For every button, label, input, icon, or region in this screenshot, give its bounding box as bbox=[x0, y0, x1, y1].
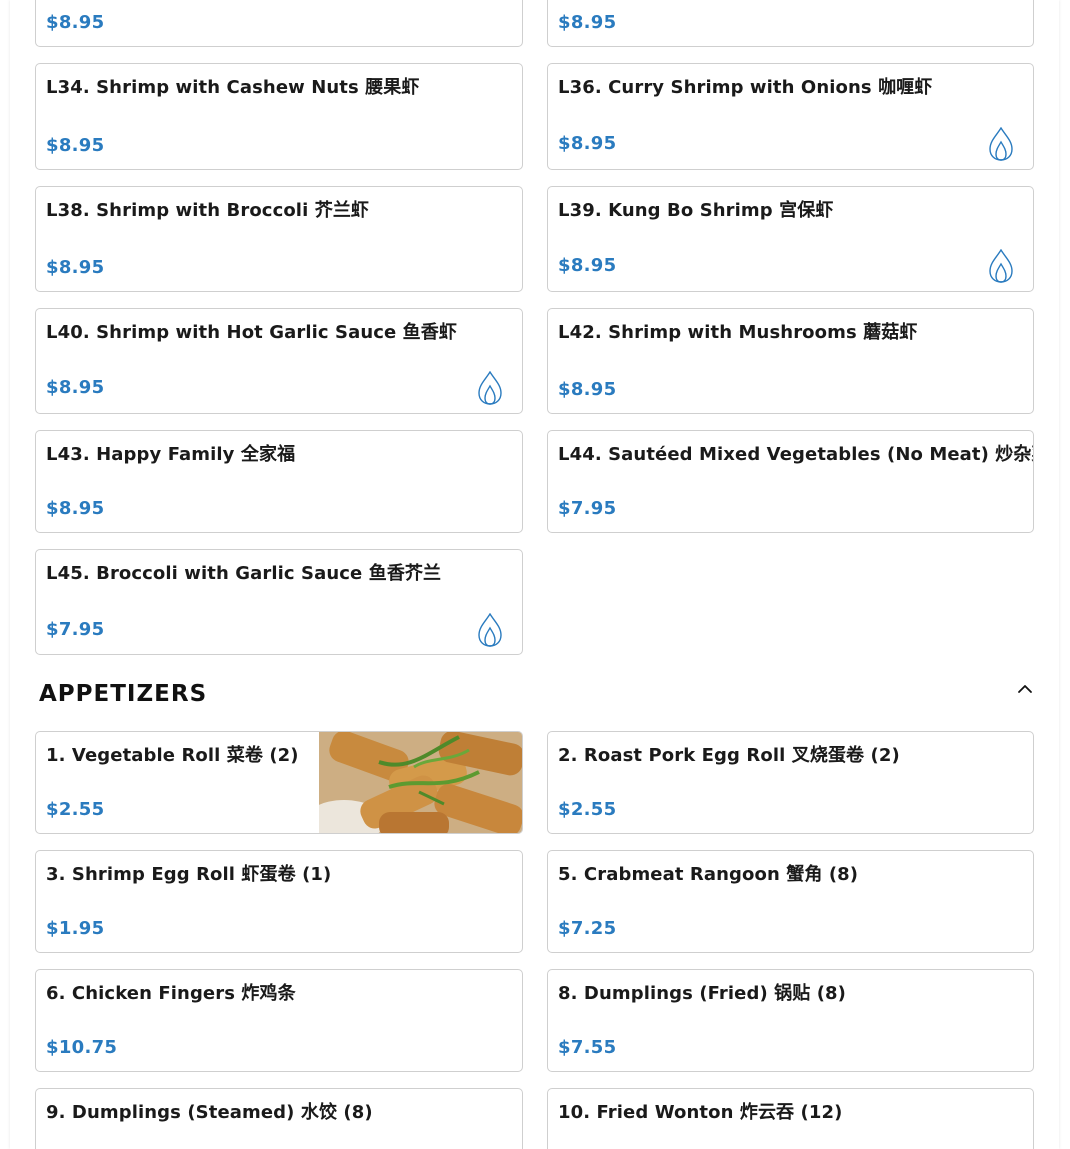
chevron-up-icon bbox=[1018, 685, 1032, 693]
menu-item-card[interactable]: 2. Roast Pork Egg Roll 叉烧蛋卷 (2) $2.55 bbox=[547, 731, 1034, 834]
item-price: $7.95 bbox=[558, 498, 617, 519]
flame-icon bbox=[478, 371, 502, 405]
item-price: $8.95 bbox=[558, 133, 617, 154]
item-price: $8.95 bbox=[46, 498, 105, 519]
menu-item-card[interactable]: L45. Broccoli with Garlic Sauce 鱼香芥兰 $7.… bbox=[35, 549, 523, 655]
item-name: 10. Fried Wonton 炸云吞 (12) bbox=[558, 1102, 843, 1123]
menu-item-card[interactable]: L42. Shrimp with Mushrooms 蘑菇虾 $8.95 bbox=[547, 308, 1034, 414]
item-price: $2.55 bbox=[558, 799, 617, 820]
vegetable-roll-photo bbox=[319, 732, 522, 833]
menu-item-card[interactable]: $8.95 bbox=[35, 0, 523, 47]
item-price: $8.95 bbox=[46, 377, 105, 398]
collapse-section-button[interactable] bbox=[1013, 678, 1037, 700]
item-price: $10.75 bbox=[46, 1037, 118, 1058]
item-name: L42. Shrimp with Mushrooms 蘑菇虾 bbox=[558, 322, 918, 343]
item-name: L43. Happy Family 全家福 bbox=[46, 444, 296, 465]
item-name: 5. Crabmeat Rangoon 蟹角 (8) bbox=[558, 864, 859, 885]
item-name: L44. Sautéed Mixed Vegetables (No Meat) … bbox=[558, 444, 1034, 465]
menu-item-card[interactable]: L39. Kung Bo Shrimp 宫保虾 $8.95 bbox=[547, 186, 1034, 292]
item-name: L45. Broccoli with Garlic Sauce 鱼香芥兰 bbox=[46, 563, 442, 584]
item-name: L34. Shrimp with Cashew Nuts 腰果虾 bbox=[46, 77, 420, 98]
item-price: $7.25 bbox=[558, 918, 617, 939]
item-name: L40. Shrimp with Hot Garlic Sauce 鱼香虾 bbox=[46, 322, 457, 343]
item-name: 6. Chicken Fingers 炸鸡条 bbox=[46, 983, 296, 1004]
menu-item-card[interactable]: L40. Shrimp with Hot Garlic Sauce 鱼香虾 $8… bbox=[35, 308, 523, 414]
item-name: 3. Shrimp Egg Roll 虾蛋卷 (1) bbox=[46, 864, 332, 885]
menu-item-card[interactable]: 5. Crabmeat Rangoon 蟹角 (8) $7.25 bbox=[547, 850, 1034, 953]
item-price: $2.55 bbox=[46, 799, 105, 820]
menu-item-card[interactable]: L34. Shrimp with Cashew Nuts 腰果虾 $8.95 bbox=[35, 63, 523, 170]
item-price: $8.95 bbox=[46, 135, 105, 156]
item-name: 9. Dumplings (Steamed) 水饺 (8) bbox=[46, 1102, 373, 1123]
menu-item-card[interactable]: 9. Dumplings (Steamed) 水饺 (8) bbox=[35, 1088, 523, 1149]
item-name: 2. Roast Pork Egg Roll 叉烧蛋卷 (2) bbox=[558, 745, 900, 766]
section-title-appetizers: APPETIZERS bbox=[39, 681, 208, 707]
flame-icon bbox=[478, 613, 502, 647]
menu-item-card[interactable]: L44. Sautéed Mixed Vegetables (No Meat) … bbox=[547, 430, 1034, 533]
item-name: 1. Vegetable Roll 菜卷 (2) bbox=[46, 745, 299, 766]
menu-item-card[interactable]: 1. Vegetable Roll 菜卷 (2) $2.55 bbox=[35, 731, 523, 834]
item-name: L36. Curry Shrimp with Onions 咖喱虾 bbox=[558, 77, 933, 98]
item-price: $8.95 bbox=[46, 257, 105, 278]
item-price: $8.95 bbox=[558, 255, 617, 276]
item-name: L39. Kung Bo Shrimp 宫保虾 bbox=[558, 200, 834, 221]
flame-icon bbox=[989, 249, 1013, 283]
menu-item-card[interactable]: L36. Curry Shrimp with Onions 咖喱虾 $8.95 bbox=[547, 63, 1034, 170]
menu-item-card[interactable]: 10. Fried Wonton 炸云吞 (12) bbox=[547, 1088, 1034, 1149]
item-name: 8. Dumplings (Fried) 锅贴 (8) bbox=[558, 983, 846, 1004]
item-price: $8.95 bbox=[558, 12, 617, 33]
menu-item-card[interactable]: 3. Shrimp Egg Roll 虾蛋卷 (1) $1.95 bbox=[35, 850, 523, 953]
item-price: $8.95 bbox=[558, 379, 617, 400]
item-price: $7.55 bbox=[558, 1037, 617, 1058]
menu-item-card[interactable]: 8. Dumplings (Fried) 锅贴 (8) $7.55 bbox=[547, 969, 1034, 1072]
item-price: $7.95 bbox=[46, 619, 105, 640]
menu-item-card[interactable]: L38. Shrimp with Broccoli 芥兰虾 $8.95 bbox=[35, 186, 523, 292]
item-price: $8.95 bbox=[46, 12, 105, 33]
item-price: $1.95 bbox=[46, 918, 105, 939]
item-name: L38. Shrimp with Broccoli 芥兰虾 bbox=[46, 200, 370, 221]
menu-item-card[interactable]: L43. Happy Family 全家福 $8.95 bbox=[35, 430, 523, 533]
flame-icon bbox=[989, 127, 1013, 161]
menu-item-card[interactable]: $8.95 bbox=[547, 0, 1034, 47]
menu-item-card[interactable]: 6. Chicken Fingers 炸鸡条 $10.75 bbox=[35, 969, 523, 1072]
